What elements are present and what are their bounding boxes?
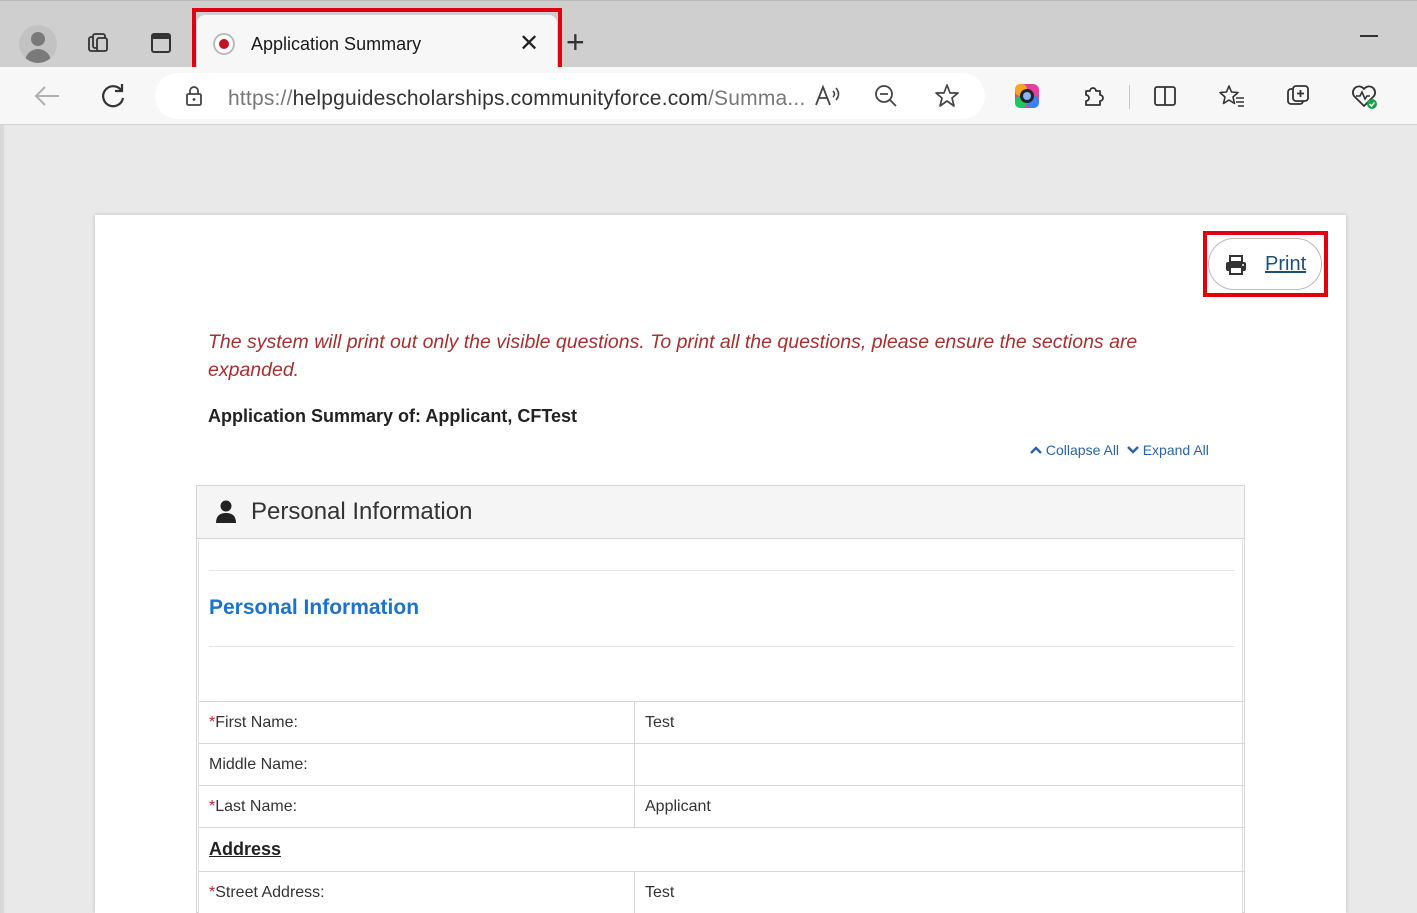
field-label: *Last Name: [209,798,298,815]
personal-information-section: Personal Information Personal Informatio… [196,485,1245,913]
collapse-all-label[interactable]: Collapse All [1046,442,1119,458]
field-value: Test [645,714,675,731]
address-heading: Address [209,839,282,859]
address-heading-row: Address [199,827,1244,871]
user-icon [216,500,236,523]
table-row-middle-name: Middle Name: [199,743,1244,785]
print-highlight-box [1203,231,1328,297]
favorite-star-icon[interactable] [930,79,964,113]
color-extension-icon[interactable] [1010,79,1044,113]
subsection-title: Personal Information [209,596,420,619]
collapse-all-link[interactable]: Collapse All [1030,442,1119,458]
field-label: *Street Address: [209,884,325,901]
read-aloud-icon[interactable] [811,79,845,113]
print-notice: The system will print out only the visib… [208,331,1138,381]
extensions-icon[interactable] [1077,79,1111,113]
address-bar[interactable]: https://helpguidescholarships.communityf… [155,73,985,119]
table-row-street-address: *Street Address: Test [199,871,1244,913]
divider [209,646,1235,647]
profile-avatar-icon[interactable] [19,25,57,63]
workspaces-icon[interactable] [81,26,115,60]
table-row-last-name: *Last Name: Applicant [199,785,1244,827]
browser-toolbar: https://helpguidescholarships.communityf… [0,67,1417,125]
split-screen-icon[interactable] [1148,79,1182,113]
field-label: Middle Name: [209,756,308,773]
refresh-icon[interactable] [96,79,130,113]
zoom-out-icon[interactable] [869,79,903,113]
expand-all-link[interactable]: Expand All [1126,442,1209,458]
back-arrow-icon[interactable] [30,79,64,113]
field-value: Applicant [645,798,711,815]
section-title: Personal Information [251,498,473,525]
summary-title: Application Summary of: Applicant, CFTes… [208,406,578,426]
vertical-tabs-icon[interactable] [144,26,178,60]
url-domain: helpguidescholarships.communityforce.com [292,87,708,110]
field-label: *First Name: [209,714,298,731]
collections-icon[interactable] [1281,79,1315,113]
expand-all-label[interactable]: Expand All [1143,442,1209,458]
table-row-first-name: *First Name: Test [199,701,1244,743]
chevron-down-icon [1126,444,1139,458]
divider [209,570,1235,571]
url-scheme: https:// [228,87,293,110]
browser-essentials-icon[interactable] [1347,79,1381,113]
collapse-expand-controls: Collapse All Expand All [1030,442,1209,458]
field-value: Test [645,884,675,901]
url-path: /Summa... [708,87,806,110]
chevron-up-icon [1030,444,1042,458]
toolbar-separator [1129,85,1130,109]
new-tab-button[interactable]: + [566,25,585,59]
url-text[interactable]: https://helpguidescholarships.communityf… [228,87,806,111]
favorites-icon[interactable] [1215,79,1249,113]
section-body: Personal Information *First Name: Test M… [198,540,1244,913]
section-header[interactable]: Personal Information [197,486,1244,539]
lock-icon[interactable] [185,86,203,106]
minimize-window-icon[interactable] [1360,35,1378,37]
